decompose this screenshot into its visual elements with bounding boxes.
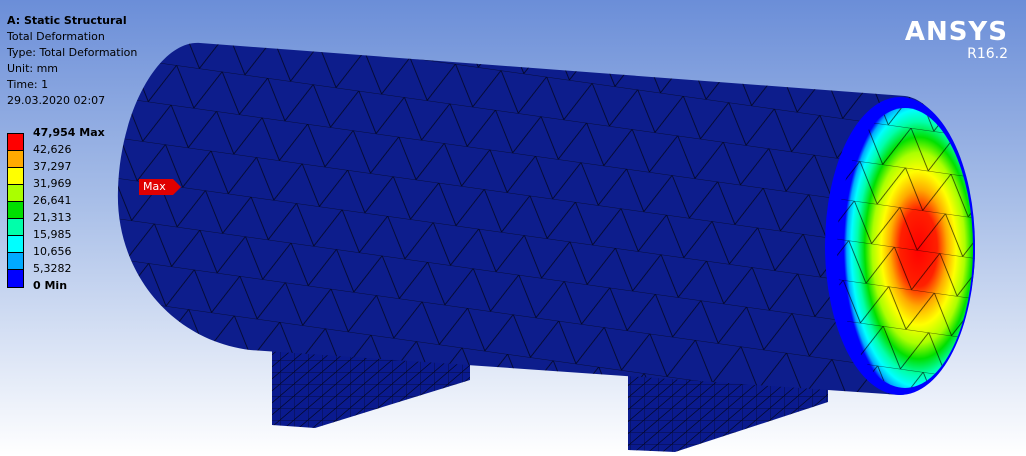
end-cap-contour [825,97,975,395]
legend-swatch [8,185,23,202]
legend-swatch [8,270,23,287]
logo-name: ANSYS [904,17,1008,47]
max-probe-tag[interactable]: Max [139,179,181,195]
legend-label: 47,954 Max [33,126,105,139]
legend-swatch [8,202,23,219]
result-info: A: Static Structural Total Deformation T… [7,13,137,109]
legend-swatch [8,219,23,236]
legend-swatch [8,253,23,270]
model-viewport[interactable] [0,0,1026,456]
legend-label: 5,3282 [33,262,72,275]
legend-color-bar [7,133,24,288]
legend-label: 26,641 [33,194,72,207]
legend-swatch [8,168,23,185]
legend-swatch [8,151,23,168]
max-tag-label: Max [143,180,166,193]
legend-swatch [8,134,23,151]
analysis-title: A: Static Structural [7,14,127,27]
result-datetime: 29.03.2020 02:07 [7,94,106,107]
legend-label: 37,297 [33,160,72,173]
logo-version: R16.2 [967,46,1008,62]
legend-label: 21,313 [33,211,72,224]
result-unit: Unit: mm [7,62,59,75]
legend-label: 15,985 [33,228,72,241]
legend-label: 42,626 [33,143,72,156]
ansys-logo: ANSYS R16.2 [905,18,1008,62]
result-type: Type: Total Deformation [7,46,138,59]
legend-label: 0 Min [33,279,68,292]
legend-label: 31,969 [33,177,72,190]
legend-label: 10,656 [33,245,72,258]
legend-swatch [8,236,23,253]
result-name: Total Deformation [7,30,105,43]
result-time: Time: 1 [7,78,49,91]
